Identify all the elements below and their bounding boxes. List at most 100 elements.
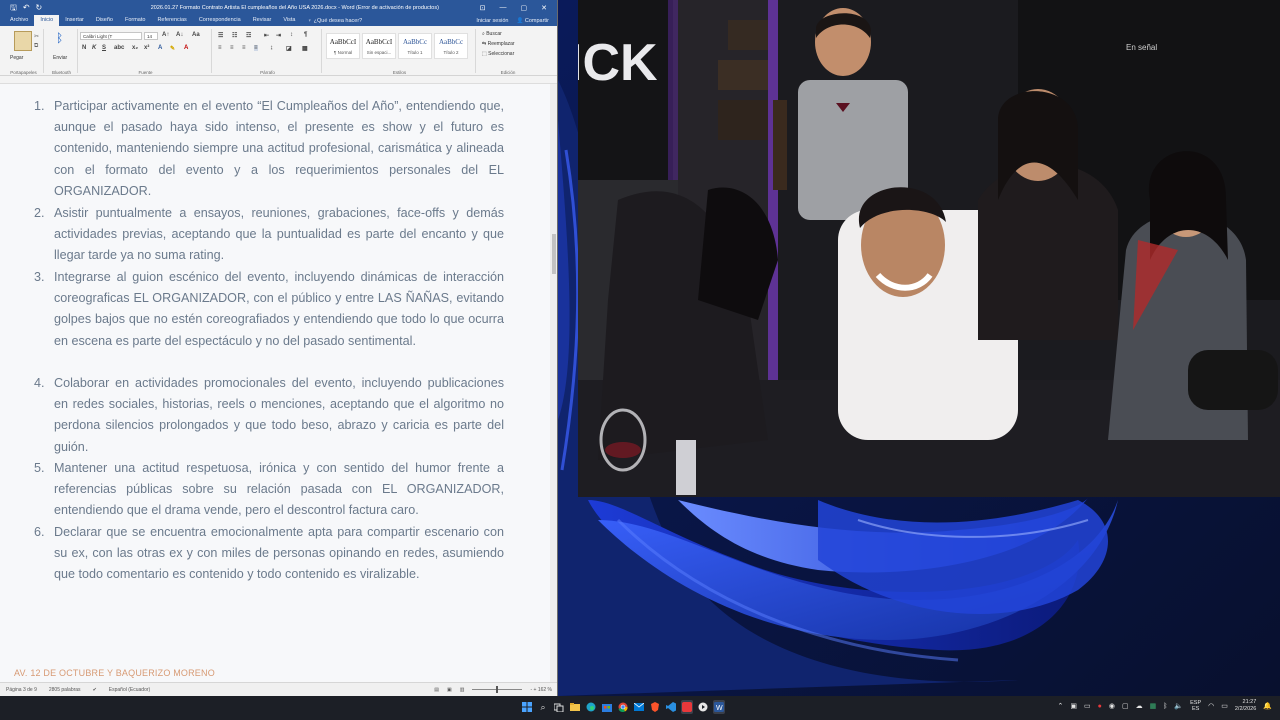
decrease-indent-icon[interactable]: ⇤ xyxy=(264,32,269,39)
italic-icon[interactable]: K xyxy=(92,45,96,51)
vscode-icon[interactable] xyxy=(665,700,677,714)
list-item[interactable]: 4. Colaborar en actividades promocionale… xyxy=(34,373,504,458)
tab-correspondencia[interactable]: Correspondencia xyxy=(193,15,247,26)
undo-icon[interactable]: ↶ xyxy=(23,3,30,12)
borders-icon[interactable]: ▦ xyxy=(302,45,308,52)
minimize-button[interactable]: — xyxy=(500,4,507,12)
numbering-icon[interactable]: ☷ xyxy=(232,32,237,39)
web-layout-icon[interactable]: ▥ xyxy=(460,687,465,693)
clock[interactable]: 21:27 2/2/2026 xyxy=(1235,699,1256,713)
ribbon-options-icon[interactable]: ⊡ xyxy=(480,4,486,12)
tray-app-icon[interactable]: ▣ xyxy=(1070,702,1077,710)
windows-start-icon[interactable] xyxy=(521,700,533,714)
tray-cloud-icon[interactable]: ☁ xyxy=(1136,702,1143,710)
print-layout-icon[interactable]: ▣ xyxy=(447,687,452,693)
subscript-icon[interactable]: x₂ xyxy=(132,45,138,51)
show-marks-icon[interactable]: ¶ xyxy=(304,32,307,38)
wifi-icon[interactable]: ◠ xyxy=(1208,702,1214,710)
media-player-icon[interactable] xyxy=(697,700,709,714)
battery-icon[interactable]: ▭ xyxy=(1221,702,1228,710)
bluetooth-send-button[interactable]: Enviar xyxy=(53,55,67,61)
grow-font-icon[interactable]: A↑ xyxy=(162,32,169,38)
paste-button[interactable]: Pegar xyxy=(10,55,23,61)
style-no-spacing[interactable]: AaBbCcI Sin espaci... xyxy=(362,33,396,59)
maximize-button[interactable]: ▢ xyxy=(521,4,528,12)
font-name-box[interactable]: Calibri Light (T xyxy=(80,32,142,40)
input-language[interactable]: ESP ES xyxy=(1190,700,1201,712)
search-icon[interactable]: ⌕ xyxy=(537,700,549,714)
read-mode-icon[interactable]: ▤ xyxy=(434,687,439,693)
superscript-icon[interactable]: x² xyxy=(144,45,149,51)
save-icon[interactable]: 🖫 xyxy=(10,3,17,12)
list-item[interactable]: 3. Integrarse al guion escénico del even… xyxy=(34,267,504,352)
tray-green-app-icon[interactable]: ▦ xyxy=(1150,702,1157,710)
text-effects-icon[interactable]: A xyxy=(158,45,162,51)
paste-icon[interactable] xyxy=(14,31,32,51)
style-heading-2[interactable]: AaBbCc Título 2 xyxy=(434,33,468,59)
increase-indent-icon[interactable]: ⇥ xyxy=(276,32,281,39)
tray-chat-icon[interactable]: ◉ xyxy=(1109,702,1115,710)
close-button[interactable]: ✕ xyxy=(541,4,547,12)
chrome-icon[interactable] xyxy=(617,700,629,714)
find-button[interactable]: ⌕ Buscar xyxy=(482,31,502,37)
page-count[interactable]: Página 3 de 9 xyxy=(6,687,37,693)
align-left-icon[interactable]: ≡ xyxy=(218,45,222,51)
document-page[interactable]: 1. Participar activamente en el evento “… xyxy=(0,84,550,682)
sign-in-link[interactable]: Iniciar sesión xyxy=(476,18,508,24)
share-button[interactable]: 👤 Compartir xyxy=(516,18,549,24)
tab-referencias[interactable]: Referencias xyxy=(151,15,192,26)
replace-button[interactable]: ⇆ Reemplazar xyxy=(482,41,515,47)
file-explorer-icon[interactable] xyxy=(569,700,581,714)
word-icon[interactable]: W xyxy=(713,700,725,714)
tab-insertar[interactable]: Insertar xyxy=(59,15,90,26)
tray-bluetooth-icon[interactable]: ᛒ xyxy=(1163,703,1167,710)
taskview-icon[interactable] xyxy=(553,700,565,714)
zoom-level[interactable]: - + 162 % xyxy=(530,687,552,693)
tab-formato[interactable]: Formato xyxy=(119,15,151,26)
line-spacing-icon[interactable]: ↨ xyxy=(270,45,273,51)
scrollbar-thumb[interactable] xyxy=(552,234,556,274)
change-case-icon[interactable]: Aa xyxy=(192,32,200,38)
vertical-scrollbar[interactable] xyxy=(550,84,557,682)
tab-diseno[interactable]: Diseño xyxy=(90,15,119,26)
shrink-font-icon[interactable]: A↓ xyxy=(176,32,183,38)
edge-icon[interactable] xyxy=(585,700,597,714)
store-icon[interactable] xyxy=(601,700,613,714)
style-normal[interactable]: AaBbCcI ¶ Normal xyxy=(326,33,360,59)
style-heading-1[interactable]: AaBbCc Título 1 xyxy=(398,33,432,59)
shading-icon[interactable]: ◪ xyxy=(286,45,292,52)
bluetooth-icon[interactable]: ᛒ xyxy=(56,31,63,45)
tab-revisar[interactable]: Revisar xyxy=(247,15,278,26)
document-area[interactable]: 1. Participar activamente en el evento “… xyxy=(0,84,557,682)
justify-icon[interactable]: ≡ xyxy=(254,45,258,51)
proofing-icon[interactable]: ✔ xyxy=(93,687,97,693)
tray-folder-icon[interactable]: ▭ xyxy=(1084,702,1091,710)
font-size-box[interactable]: 14 xyxy=(144,32,158,40)
multilevel-list-icon[interactable]: ☲ xyxy=(246,32,251,39)
word-count[interactable]: 2805 palabras xyxy=(49,687,81,693)
tray-chevron-icon[interactable]: ⌃ xyxy=(1057,702,1063,710)
list-item[interactable]: 5. Mantener una actitud respetuosa, irón… xyxy=(34,458,504,522)
notification-bell-icon[interactable]: 🔔 xyxy=(1263,702,1272,710)
tell-me-box[interactable]: ♀ ¿Qué desea hacer? xyxy=(302,18,363,24)
zoom-slider[interactable] xyxy=(472,686,523,693)
list-item[interactable]: 1. Participar activamente en el evento “… xyxy=(34,96,504,202)
bullets-icon[interactable]: ☰ xyxy=(218,32,223,39)
bold-icon[interactable]: N xyxy=(82,45,86,51)
brave-icon[interactable] xyxy=(649,700,661,714)
redo-icon[interactable]: ↻ xyxy=(36,3,43,12)
font-color-icon[interactable]: A xyxy=(184,45,188,51)
underline-icon[interactable]: S xyxy=(102,45,106,51)
volume-icon[interactable]: 🔈 xyxy=(1174,702,1183,710)
tab-inicio[interactable]: Inicio xyxy=(34,15,60,26)
cut-icon[interactable]: ✂ xyxy=(34,33,39,40)
tray-display-icon[interactable]: ▢ xyxy=(1122,702,1129,710)
red-app-icon[interactable] xyxy=(681,700,693,714)
select-button[interactable]: ⬚ Seleccionar xyxy=(482,51,514,57)
strikethrough-icon[interactable]: abc xyxy=(114,45,124,51)
tray-red-app-icon[interactable]: ● xyxy=(1098,703,1102,710)
list-item[interactable]: 6. Declarar que se encuentra emocionalme… xyxy=(34,522,504,586)
mail-icon[interactable] xyxy=(633,700,645,714)
highlight-icon[interactable]: ✎ xyxy=(170,45,175,52)
align-right-icon[interactable]: ≡ xyxy=(242,45,246,51)
